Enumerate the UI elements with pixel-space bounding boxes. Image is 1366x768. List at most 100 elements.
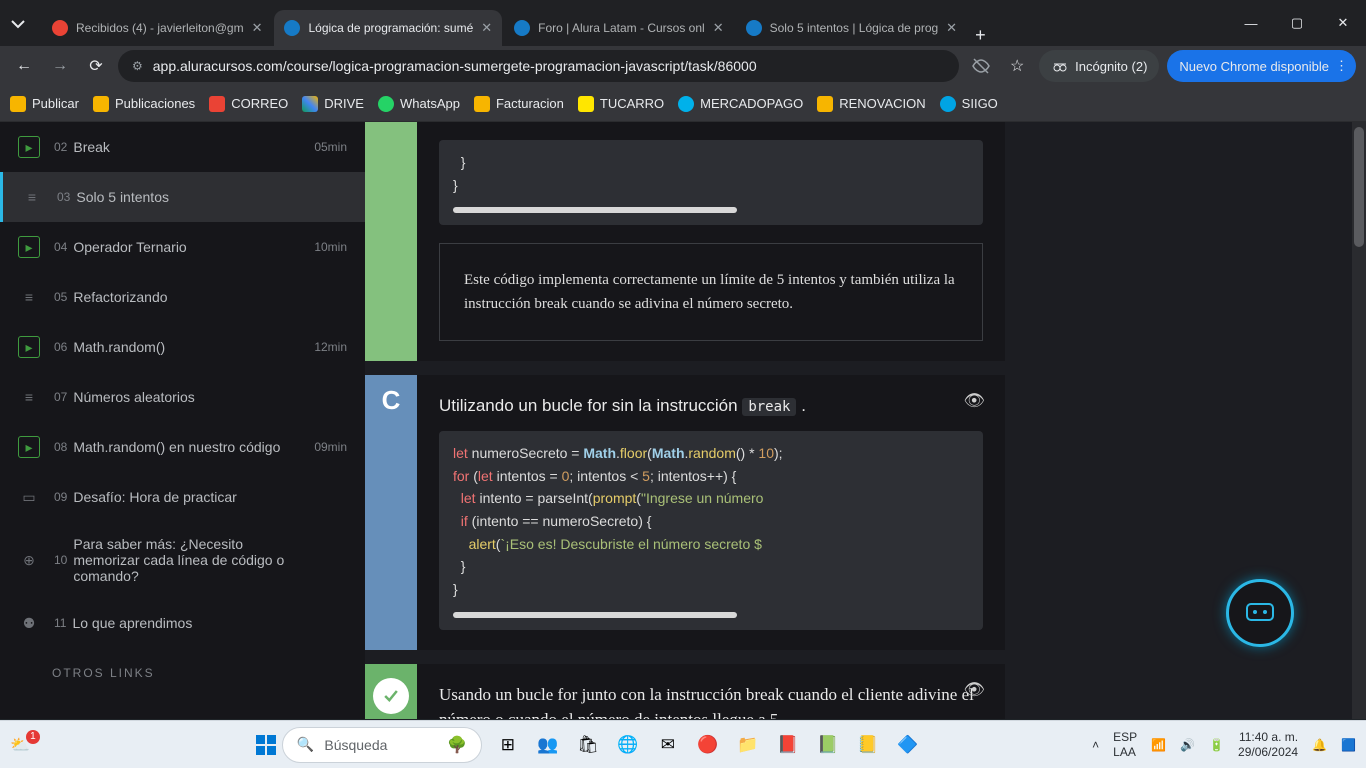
check-icon [373,678,409,714]
start-button[interactable] [250,729,282,761]
list-icon: ≡ [18,386,40,408]
bookmark-publicar[interactable]: Publicar [10,96,79,112]
help-chat-button[interactable] [1226,579,1294,647]
notification-badge: 1 [26,730,40,744]
lesson-refactor[interactable]: ≡05Refactorizando [0,272,365,322]
tray-chevron-icon[interactable]: ˄ [1092,738,1099,752]
visibility-icon[interactable]: 👁 [963,680,985,700]
play-icon: ▸ [18,236,40,258]
lesson-mathrandom-code[interactable]: ▸08Math.random() en nuestro código09min [0,422,365,472]
lesson-label: Refactorizando [73,289,167,305]
tab-search-icon[interactable] [6,11,30,35]
close-icon[interactable]: ✕ [946,20,957,36]
wifi-icon[interactable]: 📶 [1151,738,1166,752]
tab-alura-course[interactable]: Lógica de programación: sumé✕ [274,10,502,46]
copilot-icon[interactable]: 🟦 [1341,738,1356,752]
bookmark-mercadopago[interactable]: MERCADOPAGO [678,96,803,112]
volume-icon[interactable]: 🔊 [1180,738,1195,752]
window-minimize[interactable]: — [1228,0,1274,46]
bookmark-star-icon[interactable]: ☆ [1003,52,1031,80]
lesson-aprendimos[interactable]: ⚉11Lo que aprendimos [0,598,365,648]
lesson-ternario[interactable]: ▸04Operador Ternario10min [0,222,365,272]
vertical-scrollbar-thumb[interactable] [1354,127,1364,247]
battery-icon[interactable]: 🔋 [1209,738,1224,752]
chrome-update-button[interactable]: Nuevo Chrome disponible ⋮ [1167,50,1356,82]
visibility-icon[interactable]: 👁 [963,391,985,411]
lesson-mathrandom[interactable]: ▸06Math.random()12min [0,322,365,372]
close-icon[interactable]: ✕ [713,20,724,36]
taskbar-search[interactable]: 🔍 Búsqueda 🌳 [282,727,482,763]
pdf-icon[interactable]: 📕 [772,729,804,761]
browser-tab-strip: Recibidos (4) - javierleiton@gm✕ Lógica … [0,0,1366,46]
notes-icon[interactable]: 📒 [852,729,884,761]
bookmark-correo[interactable]: CORREO [209,96,288,112]
answer-body: } } Este código implementa correctamente… [417,122,1005,361]
lesson-label: Break [73,139,110,155]
forward-button[interactable]: → [46,52,74,80]
answer-letter: C [365,375,417,649]
task-view-button[interactable]: ⊞ [492,729,524,761]
reload-button[interactable]: ⟳ [82,52,110,80]
excel-icon[interactable]: 📗 [812,729,844,761]
bookmark-facturacion[interactable]: Facturacion [474,96,564,112]
answer-title: Usando un bucle for junto con la instruc… [439,682,983,719]
site-settings-icon[interactable]: ⚙ [132,59,143,73]
lesson-saber-mas[interactable]: ⊕10Para saber más: ¿Necesito memorizar c… [0,522,365,598]
lesson-numeros[interactable]: ≡07Números aleatorios [0,372,365,422]
keyboard-layout[interactable]: LAA [1113,745,1137,759]
answer-body[interactable]: 👁 Usando un bucle for junto con la instr… [417,664,1005,719]
search-icon: 🔍 [297,736,314,753]
lesson-break[interactable]: ▸02Break05min [0,122,365,172]
back-button[interactable]: ← [10,52,38,80]
horizontal-scrollbar[interactable] [453,612,737,618]
tab-foro[interactable]: Foro | Alura Latam - Cursos onl✕ [504,10,733,46]
lesson-label: Math.random() [73,339,165,355]
edge-icon[interactable]: 🌐 [612,729,644,761]
incognito-badge[interactable]: Incógnito (2) [1039,50,1159,82]
tab-gmail[interactable]: Recibidos (4) - javierleiton@gm✕ [42,10,272,46]
answer-marker [365,122,417,361]
content-area: } } Este código implementa correctamente… [365,122,1366,719]
chrome-icon[interactable]: 🔴 [692,729,724,761]
url-text: app.aluracursos.com/course/logica-progra… [153,58,757,74]
lesson-solo-5[interactable]: ≡03Solo 5 intentos [0,172,365,222]
new-tab-button[interactable]: + [975,25,986,46]
search-placeholder: Búsqueda [324,737,387,753]
no-tracking-icon[interactable] [967,52,995,80]
chrome-update-label: Nuevo Chrome disponible [1179,59,1329,74]
lesson-label: Para saber más: ¿Necesito memorizar cada… [73,536,303,584]
window-maximize[interactable]: ▢ [1274,0,1320,46]
close-icon[interactable]: ✕ [252,20,263,36]
lesson-label: Solo 5 intentos [76,189,169,205]
incognito-label: Incógnito (2) [1075,59,1147,74]
lesson-desafio[interactable]: ▭09Desafío: Hora de practicar [0,472,365,522]
mail-icon[interactable]: ✉ [652,729,684,761]
teams-icon[interactable]: 👥 [532,729,564,761]
horizontal-scrollbar[interactable] [453,207,737,213]
bookmark-whatsapp[interactable]: WhatsApp [378,96,460,112]
clock[interactable]: 11:40 a. m.29/06/2024 [1238,730,1298,759]
bookmark-siigo[interactable]: SIIGO [940,96,998,112]
window-close[interactable]: ✕ [1320,0,1366,46]
play-icon: ▸ [18,436,40,458]
chat-icon [1243,596,1277,630]
search-decoration-icon: 🌳 [447,735,467,755]
play-icon: ▸ [18,336,40,358]
bookmark-renovacion[interactable]: RENOVACION [817,96,925,112]
store-icon[interactable]: 🛍 [572,729,604,761]
language-indicator[interactable]: ESP [1113,730,1137,744]
vertical-scrollbar-track[interactable] [1352,122,1366,719]
answer-body[interactable]: 👁 Utilizando un bucle for sin la instruc… [417,375,1005,649]
weather-widget[interactable]: ⛅ 1 [10,735,50,755]
notifications-icon[interactable]: 🔔 [1312,738,1327,752]
system-tray: ˄ ESPLAA 📶 🔊 🔋 11:40 a. m.29/06/2024 🔔 🟦 [1092,730,1356,759]
vscode-icon[interactable]: 🔷 [892,729,924,761]
bookmark-tucarro[interactable]: TUCARRO [578,96,664,112]
explorer-icon[interactable]: 📁 [732,729,764,761]
address-bar[interactable]: ⚙ app.aluracursos.com/course/logica-prog… [118,50,959,82]
address-bar-row: ← → ⟳ ⚙ app.aluracursos.com/course/logic… [0,46,1366,86]
close-icon[interactable]: ✕ [481,20,492,36]
bookmark-publicaciones[interactable]: Publicaciones [93,96,195,112]
tab-task[interactable]: Solo 5 intentos | Lógica de prog✕ [736,10,967,46]
bookmark-drive[interactable]: DRIVE [302,96,364,112]
